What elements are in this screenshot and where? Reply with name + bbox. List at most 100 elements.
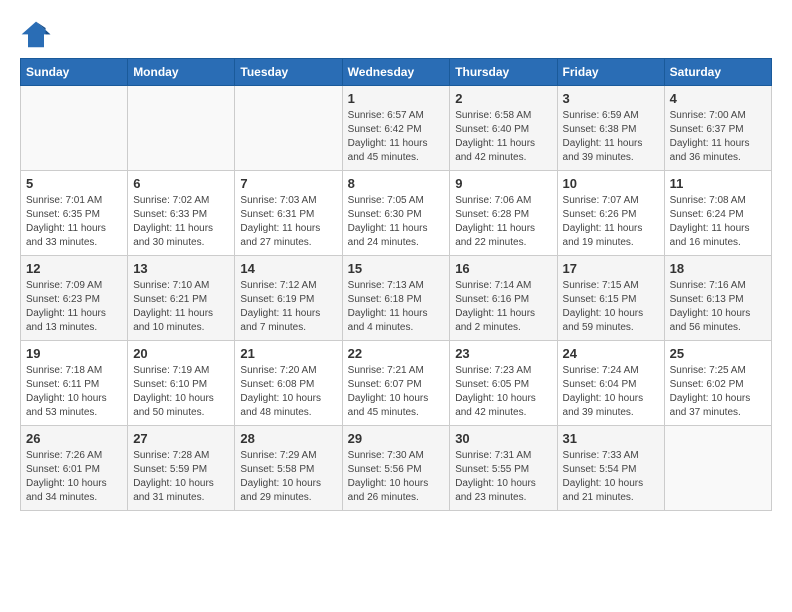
page-header bbox=[20, 20, 772, 48]
day-info: Sunrise: 7:15 AM Sunset: 6:15 PM Dayligh… bbox=[563, 279, 659, 335]
day-number: 4 bbox=[670, 91, 766, 106]
calendar-cell: 14Sunrise: 7:12 AM Sunset: 6:19 PM Dayli… bbox=[235, 256, 342, 341]
day-number: 25 bbox=[670, 346, 766, 361]
day-info: Sunrise: 7:23 AM Sunset: 6:05 PM Dayligh… bbox=[455, 364, 551, 420]
calendar-cell: 25Sunrise: 7:25 AM Sunset: 6:02 PM Dayli… bbox=[664, 341, 771, 426]
day-info: Sunrise: 7:05 AM Sunset: 6:30 PM Dayligh… bbox=[348, 194, 445, 250]
calendar-cell: 9 Sunrise: 7:06 AM Sunset: 6:28 PM Daylig… bbox=[450, 171, 557, 256]
weekday-header-saturday: Saturday bbox=[664, 59, 771, 86]
day-info: Sunrise: 7:00 AM Sunset: 6:37 PM Dayligh… bbox=[670, 109, 766, 165]
day-info: Sunrise: 7:01 AM Sunset: 6:35 PM Dayligh… bbox=[26, 194, 122, 250]
calendar-cell: 20 Sunrise: 7:19 AM Sunset: 6:10 PM Dayli… bbox=[128, 341, 235, 426]
day-info: Sunrise: 7:07 AM Sunset: 6:26 PM Dayligh… bbox=[563, 194, 659, 250]
day-number: 15 bbox=[348, 261, 445, 276]
calendar-cell: 7Sunrise: 7:03 AM Sunset: 6:31 PM Daylig… bbox=[235, 171, 342, 256]
weekday-header-friday: Friday bbox=[557, 59, 664, 86]
calendar-cell: 12Sunrise: 7:09 AM Sunset: 6:23 PM Dayli… bbox=[21, 256, 128, 341]
day-info: Sunrise: 7:26 AM Sunset: 6:01 PM Dayligh… bbox=[26, 449, 122, 505]
day-info: Sunrise: 7:18 AM Sunset: 6:11 PM Dayligh… bbox=[26, 364, 122, 420]
day-info: Sunrise: 6:58 AM Sunset: 6:40 PM Dayligh… bbox=[455, 109, 551, 165]
day-number: 20 bbox=[133, 346, 229, 361]
day-info: Sunrise: 7:13 AM Sunset: 6:18 PM Dayligh… bbox=[348, 279, 445, 335]
calendar-cell: 3 Sunrise: 6:59 AM Sunset: 6:38 PM Daylig… bbox=[557, 86, 664, 171]
calendar-cell: 29 Sunrise: 7:30 AM Sunset: 5:56 PM Dayli… bbox=[342, 426, 450, 511]
day-number: 12 bbox=[26, 261, 122, 276]
day-info: Sunrise: 7:28 AM Sunset: 5:59 PM Dayligh… bbox=[133, 449, 229, 505]
day-number: 10 bbox=[563, 176, 659, 191]
calendar-cell: 23 Sunrise: 7:23 AM Sunset: 6:05 PM Dayli… bbox=[450, 341, 557, 426]
day-info: Sunrise: 7:33 AM Sunset: 5:54 PM Dayligh… bbox=[563, 449, 659, 505]
week-row-5: 26 Sunrise: 7:26 AM Sunset: 6:01 PM Dayli… bbox=[21, 426, 772, 511]
day-info: Sunrise: 7:08 AM Sunset: 6:24 PM Dayligh… bbox=[670, 194, 766, 250]
day-number: 8 bbox=[348, 176, 445, 191]
logo-icon bbox=[20, 20, 52, 48]
weekday-header-tuesday: Tuesday bbox=[235, 59, 342, 86]
day-number: 21 bbox=[240, 346, 336, 361]
day-info: Sunrise: 7:20 AM Sunset: 6:08 PM Dayligh… bbox=[240, 364, 336, 420]
calendar-cell bbox=[235, 86, 342, 171]
day-number: 9 bbox=[455, 176, 551, 191]
calendar-cell: 18Sunrise: 7:16 AM Sunset: 6:13 PM Dayli… bbox=[664, 256, 771, 341]
day-number: 24 bbox=[563, 346, 659, 361]
day-number: 6 bbox=[133, 176, 229, 191]
day-number: 5 bbox=[26, 176, 122, 191]
calendar-cell bbox=[664, 426, 771, 511]
calendar-cell: 22 Sunrise: 7:21 AM Sunset: 6:07 PM Dayli… bbox=[342, 341, 450, 426]
weekday-header-thursday: Thursday bbox=[450, 59, 557, 86]
day-info: Sunrise: 7:21 AM Sunset: 6:07 PM Dayligh… bbox=[348, 364, 445, 420]
day-info: Sunrise: 7:12 AM Sunset: 6:19 PM Dayligh… bbox=[240, 279, 336, 335]
calendar-cell: 19 Sunrise: 7:18 AM Sunset: 6:11 PM Dayli… bbox=[21, 341, 128, 426]
day-info: Sunrise: 7:31 AM Sunset: 5:55 PM Dayligh… bbox=[455, 449, 551, 505]
calendar-cell: 8 Sunrise: 7:05 AM Sunset: 6:30 PM Daylig… bbox=[342, 171, 450, 256]
calendar-cell: 31 Sunrise: 7:33 AM Sunset: 5:54 PM Dayli… bbox=[557, 426, 664, 511]
calendar-body: 1 Sunrise: 6:57 AM Sunset: 6:42 PM Daylig… bbox=[21, 86, 772, 511]
day-info: Sunrise: 7:06 AM Sunset: 6:28 PM Dayligh… bbox=[455, 194, 551, 250]
day-number: 16 bbox=[455, 261, 551, 276]
calendar-cell: 4 Sunrise: 7:00 AM Sunset: 6:37 PM Daylig… bbox=[664, 86, 771, 171]
day-number: 28 bbox=[240, 431, 336, 446]
calendar-cell bbox=[21, 86, 128, 171]
weekday-header-sunday: Sunday bbox=[21, 59, 128, 86]
day-number: 17 bbox=[563, 261, 659, 276]
day-info: Sunrise: 7:14 AM Sunset: 6:16 PM Dayligh… bbox=[455, 279, 551, 335]
day-info: Sunrise: 7:19 AM Sunset: 6:10 PM Dayligh… bbox=[133, 364, 229, 420]
calendar-cell: 6 Sunrise: 7:02 AM Sunset: 6:33 PM Daylig… bbox=[128, 171, 235, 256]
calendar-cell: 1 Sunrise: 6:57 AM Sunset: 6:42 PM Daylig… bbox=[342, 86, 450, 171]
day-number: 2 bbox=[455, 91, 551, 106]
calendar-cell: 16 Sunrise: 7:14 AM Sunset: 6:16 PM Dayli… bbox=[450, 256, 557, 341]
day-number: 26 bbox=[26, 431, 122, 446]
week-row-2: 5 Sunrise: 7:01 AM Sunset: 6:35 PM Daylig… bbox=[21, 171, 772, 256]
day-number: 1 bbox=[348, 91, 445, 106]
calendar-cell: 5 Sunrise: 7:01 AM Sunset: 6:35 PM Daylig… bbox=[21, 171, 128, 256]
day-number: 19 bbox=[26, 346, 122, 361]
day-info: Sunrise: 6:59 AM Sunset: 6:38 PM Dayligh… bbox=[563, 109, 659, 165]
calendar-cell bbox=[128, 86, 235, 171]
weekday-header-monday: Monday bbox=[128, 59, 235, 86]
day-info: Sunrise: 7:03 AM Sunset: 6:31 PM Dayligh… bbox=[240, 194, 336, 250]
calendar-cell: 11 Sunrise: 7:08 AM Sunset: 6:24 PM Dayli… bbox=[664, 171, 771, 256]
day-info: Sunrise: 7:24 AM Sunset: 6:04 PM Dayligh… bbox=[563, 364, 659, 420]
logo bbox=[20, 20, 56, 48]
day-number: 3 bbox=[563, 91, 659, 106]
weekday-header-wednesday: Wednesday bbox=[342, 59, 450, 86]
day-info: Sunrise: 7:10 AM Sunset: 6:21 PM Dayligh… bbox=[133, 279, 229, 335]
calendar-cell: 10 Sunrise: 7:07 AM Sunset: 6:26 PM Dayli… bbox=[557, 171, 664, 256]
day-number: 23 bbox=[455, 346, 551, 361]
calendar-table: SundayMondayTuesdayWednesdayThursdayFrid… bbox=[20, 58, 772, 511]
day-number: 11 bbox=[670, 176, 766, 191]
calendar-cell: 24 Sunrise: 7:24 AM Sunset: 6:04 PM Dayli… bbox=[557, 341, 664, 426]
calendar-cell: 15 Sunrise: 7:13 AM Sunset: 6:18 PM Dayli… bbox=[342, 256, 450, 341]
calendar-header: SundayMondayTuesdayWednesdayThursdayFrid… bbox=[21, 59, 772, 86]
day-number: 31 bbox=[563, 431, 659, 446]
day-number: 18 bbox=[670, 261, 766, 276]
day-number: 22 bbox=[348, 346, 445, 361]
day-info: Sunrise: 6:57 AM Sunset: 6:42 PM Dayligh… bbox=[348, 109, 445, 165]
week-row-3: 12Sunrise: 7:09 AM Sunset: 6:23 PM Dayli… bbox=[21, 256, 772, 341]
calendar-cell: 13Sunrise: 7:10 AM Sunset: 6:21 PM Dayli… bbox=[128, 256, 235, 341]
calendar-cell: 28Sunrise: 7:29 AM Sunset: 5:58 PM Dayli… bbox=[235, 426, 342, 511]
day-number: 27 bbox=[133, 431, 229, 446]
day-info: Sunrise: 7:30 AM Sunset: 5:56 PM Dayligh… bbox=[348, 449, 445, 505]
week-row-4: 19 Sunrise: 7:18 AM Sunset: 6:11 PM Dayli… bbox=[21, 341, 772, 426]
day-number: 29 bbox=[348, 431, 445, 446]
day-info: Sunrise: 7:02 AM Sunset: 6:33 PM Dayligh… bbox=[133, 194, 229, 250]
